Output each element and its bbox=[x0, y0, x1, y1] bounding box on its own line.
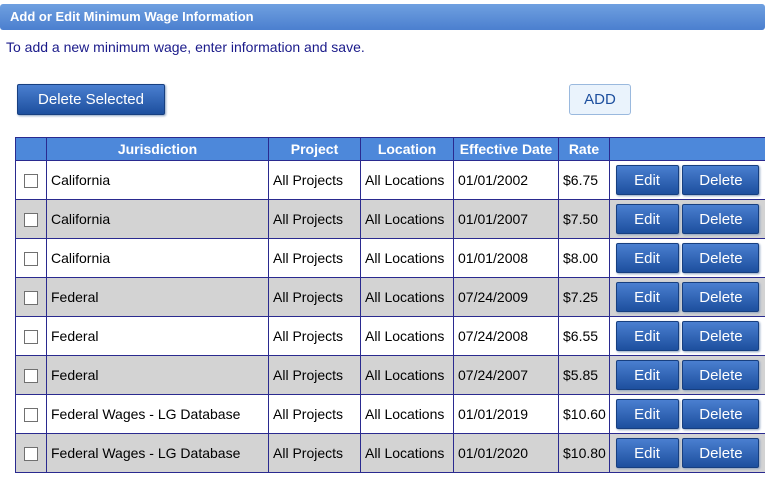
project-cell: All Projects bbox=[268, 277, 361, 317]
location-cell: All Locations bbox=[360, 355, 454, 395]
minimum-wage-table: Jurisdiction Project Location Effective … bbox=[15, 137, 765, 473]
jurisdiction-cell: Federal bbox=[46, 277, 269, 317]
rate-cell: $10.80 bbox=[558, 433, 610, 473]
row-checkbox[interactable] bbox=[24, 330, 38, 345]
location-cell: All Locations bbox=[360, 316, 454, 356]
effective-date-cell: 01/01/2002 bbox=[453, 160, 559, 200]
edit-button[interactable]: Edit bbox=[615, 243, 679, 273]
delete-button[interactable]: Delete bbox=[682, 321, 760, 351]
column-header-project: Project bbox=[268, 137, 361, 161]
edit-button[interactable]: Edit bbox=[615, 282, 679, 312]
project-cell: All Projects bbox=[268, 199, 361, 239]
column-header-jurisdiction: Jurisdiction bbox=[46, 137, 269, 161]
location-cell: All Locations bbox=[360, 433, 454, 473]
table-row: California All Projects All Locations 01… bbox=[15, 238, 765, 278]
table-row: California All Projects All Locations 01… bbox=[15, 160, 765, 200]
jurisdiction-cell: California bbox=[46, 199, 269, 239]
add-button[interactable]: ADD bbox=[569, 84, 631, 115]
delete-button[interactable]: Delete bbox=[682, 438, 760, 468]
delete-button[interactable]: Delete bbox=[682, 243, 760, 273]
table-header-row: Jurisdiction Project Location Effective … bbox=[15, 137, 765, 161]
row-checkbox[interactable] bbox=[24, 252, 38, 267]
jurisdiction-cell: Federal Wages - LG Database bbox=[46, 433, 269, 473]
column-header-location: Location bbox=[360, 137, 454, 161]
project-cell: All Projects bbox=[268, 316, 361, 356]
rate-cell: $7.25 bbox=[558, 277, 610, 317]
delete-button[interactable]: Delete bbox=[682, 282, 760, 312]
jurisdiction-cell: California bbox=[46, 238, 269, 278]
location-cell: All Locations bbox=[360, 394, 454, 434]
instructions-text: To add a new minimum wage, enter informa… bbox=[6, 39, 365, 55]
delete-button[interactable]: Delete bbox=[682, 165, 760, 195]
rate-cell: $6.75 bbox=[558, 160, 610, 200]
row-checkbox[interactable] bbox=[24, 291, 38, 306]
effective-date-cell: 07/24/2007 bbox=[453, 355, 559, 395]
delete-selected-button[interactable]: Delete Selected bbox=[17, 84, 165, 115]
row-checkbox[interactable] bbox=[24, 174, 38, 189]
section-title: Add or Edit Minimum Wage Information bbox=[10, 9, 254, 24]
table-row: Federal Wages - LG Database All Projects… bbox=[15, 394, 765, 434]
delete-button[interactable]: Delete bbox=[682, 360, 760, 390]
location-cell: All Locations bbox=[360, 238, 454, 278]
edit-button[interactable]: Edit bbox=[615, 399, 679, 429]
column-header-select bbox=[15, 137, 47, 161]
location-cell: All Locations bbox=[360, 199, 454, 239]
row-checkbox[interactable] bbox=[24, 447, 38, 462]
delete-button[interactable]: Delete bbox=[682, 204, 760, 234]
rate-cell: $10.60 bbox=[558, 394, 610, 434]
rate-cell: $5.85 bbox=[558, 355, 610, 395]
effective-date-cell: 07/24/2009 bbox=[453, 277, 559, 317]
column-header-effective-date: Effective Date bbox=[453, 137, 559, 161]
table-row: California All Projects All Locations 01… bbox=[15, 199, 765, 239]
table-row: Federal Wages - LG Database All Projects… bbox=[15, 433, 765, 473]
row-checkbox[interactable] bbox=[24, 369, 38, 384]
jurisdiction-cell: California bbox=[46, 160, 269, 200]
edit-button[interactable]: Edit bbox=[615, 438, 679, 468]
jurisdiction-cell: Federal Wages - LG Database bbox=[46, 394, 269, 434]
location-cell: All Locations bbox=[360, 160, 454, 200]
project-cell: All Projects bbox=[268, 355, 361, 395]
effective-date-cell: 01/01/2007 bbox=[453, 199, 559, 239]
table-row: Federal All Projects All Locations 07/24… bbox=[15, 277, 765, 317]
edit-button[interactable]: Edit bbox=[615, 321, 679, 351]
rate-cell: $6.55 bbox=[558, 316, 610, 356]
project-cell: All Projects bbox=[268, 394, 361, 434]
edit-button[interactable]: Edit bbox=[615, 360, 679, 390]
edit-button[interactable]: Edit bbox=[615, 165, 679, 195]
section-title-bar: Add or Edit Minimum Wage Information bbox=[0, 4, 765, 30]
column-header-actions bbox=[609, 137, 765, 161]
effective-date-cell: 01/01/2008 bbox=[453, 238, 559, 278]
table-row: Federal All Projects All Locations 07/24… bbox=[15, 316, 765, 356]
project-cell: All Projects bbox=[268, 238, 361, 278]
project-cell: All Projects bbox=[268, 160, 361, 200]
row-checkbox[interactable] bbox=[24, 408, 38, 423]
row-checkbox[interactable] bbox=[24, 213, 38, 228]
rate-cell: $7.50 bbox=[558, 199, 610, 239]
effective-date-cell: 01/01/2020 bbox=[453, 433, 559, 473]
edit-button[interactable]: Edit bbox=[615, 204, 679, 234]
table-row: Federal All Projects All Locations 07/24… bbox=[15, 355, 765, 395]
jurisdiction-cell: Federal bbox=[46, 316, 269, 356]
jurisdiction-cell: Federal bbox=[46, 355, 269, 395]
rate-cell: $8.00 bbox=[558, 238, 610, 278]
project-cell: All Projects bbox=[268, 433, 361, 473]
effective-date-cell: 01/01/2019 bbox=[453, 394, 559, 434]
delete-button[interactable]: Delete bbox=[682, 399, 760, 429]
effective-date-cell: 07/24/2008 bbox=[453, 316, 559, 356]
column-header-rate: Rate bbox=[558, 137, 610, 161]
location-cell: All Locations bbox=[360, 277, 454, 317]
